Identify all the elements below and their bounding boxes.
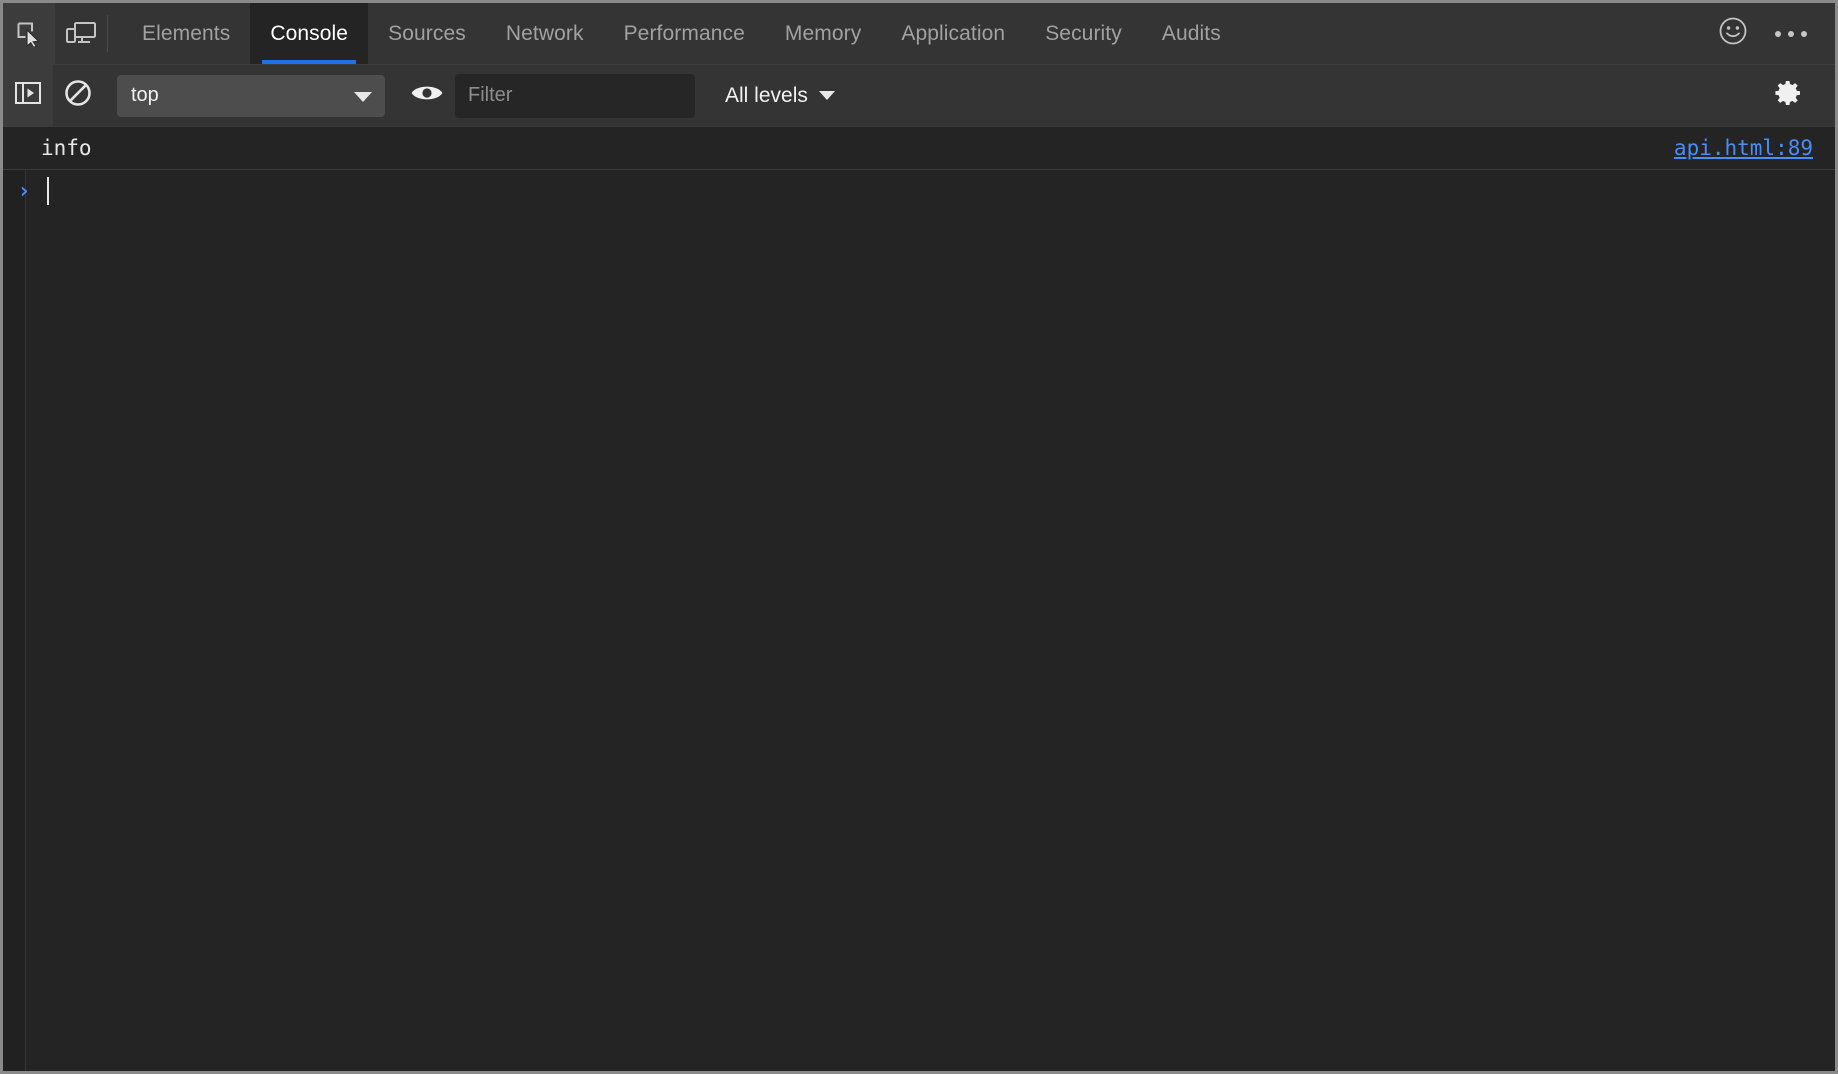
smiley-face-icon: [1718, 16, 1748, 51]
execution-context-value: top: [131, 84, 159, 106]
live-expression-button[interactable]: [399, 65, 455, 127]
tab-label: Audits: [1161, 21, 1221, 45]
eye-icon: [411, 82, 443, 109]
console-message-row[interactable]: info api.html:89: [3, 127, 1835, 170]
tab-memory[interactable]: Memory: [765, 3, 881, 64]
clear-console-button[interactable]: [53, 65, 103, 127]
tab-security[interactable]: Security: [1025, 3, 1142, 64]
more-options-button[interactable]: [1765, 8, 1817, 60]
device-toolbar-toggle-button[interactable]: [55, 3, 107, 64]
device-toolbar-icon: [66, 21, 96, 47]
toolbar-divider: [107, 15, 108, 52]
tab-label: Console: [270, 21, 349, 45]
clear-console-icon: [64, 79, 92, 112]
console-prompt-row[interactable]: ›: [3, 170, 1835, 212]
tab-sources[interactable]: Sources: [368, 3, 486, 64]
log-level-select[interactable]: All levels: [719, 80, 841, 112]
gear-icon: [1773, 78, 1803, 113]
console-message-text: info: [41, 136, 92, 160]
inspect-element-icon: [16, 21, 42, 47]
devtools-window: Elements Console Sources Network Perform…: [0, 0, 1838, 1074]
tab-label: Application: [901, 21, 1006, 45]
execution-context-select[interactable]: top: [117, 74, 385, 117]
tab-elements[interactable]: Elements: [122, 3, 250, 64]
tab-performance[interactable]: Performance: [604, 3, 765, 64]
chevron-down-icon: [818, 91, 835, 100]
text-cursor: [47, 177, 49, 205]
console-sidebar-toggle-icon: [14, 79, 42, 112]
devtools-tab-bar: Elements Console Sources Network Perform…: [3, 3, 1835, 65]
console-message-area[interactable]: info api.html:89 ›: [3, 127, 1835, 1071]
console-toolbar: top All levels: [3, 64, 1835, 127]
tab-label: Network: [505, 21, 584, 45]
console-filter-input[interactable]: [455, 73, 695, 118]
tab-label: Performance: [623, 21, 745, 45]
tab-label: Sources: [388, 21, 466, 45]
tab-audits[interactable]: Audits: [1142, 3, 1241, 64]
console-settings-button[interactable]: [1757, 65, 1819, 127]
tab-network[interactable]: Network: [486, 3, 604, 64]
console-sidebar-toggle-button[interactable]: [3, 64, 53, 127]
tabbar-spacer: [1241, 3, 1707, 64]
tab-label: Security: [1045, 21, 1122, 45]
tab-label: Elements: [142, 21, 231, 45]
console-message-source-link[interactable]: api.html:89: [1674, 136, 1835, 160]
console-gutter-rail: [3, 127, 26, 1071]
chevron-down-icon: [354, 91, 372, 102]
devtools-tabs: Elements Console Sources Network Perform…: [122, 3, 1241, 64]
tab-application[interactable]: Application: [881, 3, 1025, 64]
prompt-arrow-icon: ›: [17, 178, 31, 204]
feedback-button[interactable]: [1707, 8, 1759, 60]
tabbar-actions: [1707, 3, 1835, 64]
log-level-value: All levels: [725, 83, 808, 107]
tab-console[interactable]: Console: [250, 3, 369, 64]
more-options-icon: [1775, 30, 1807, 37]
tab-label: Memory: [784, 21, 862, 45]
inspect-element-button[interactable]: [3, 3, 55, 64]
